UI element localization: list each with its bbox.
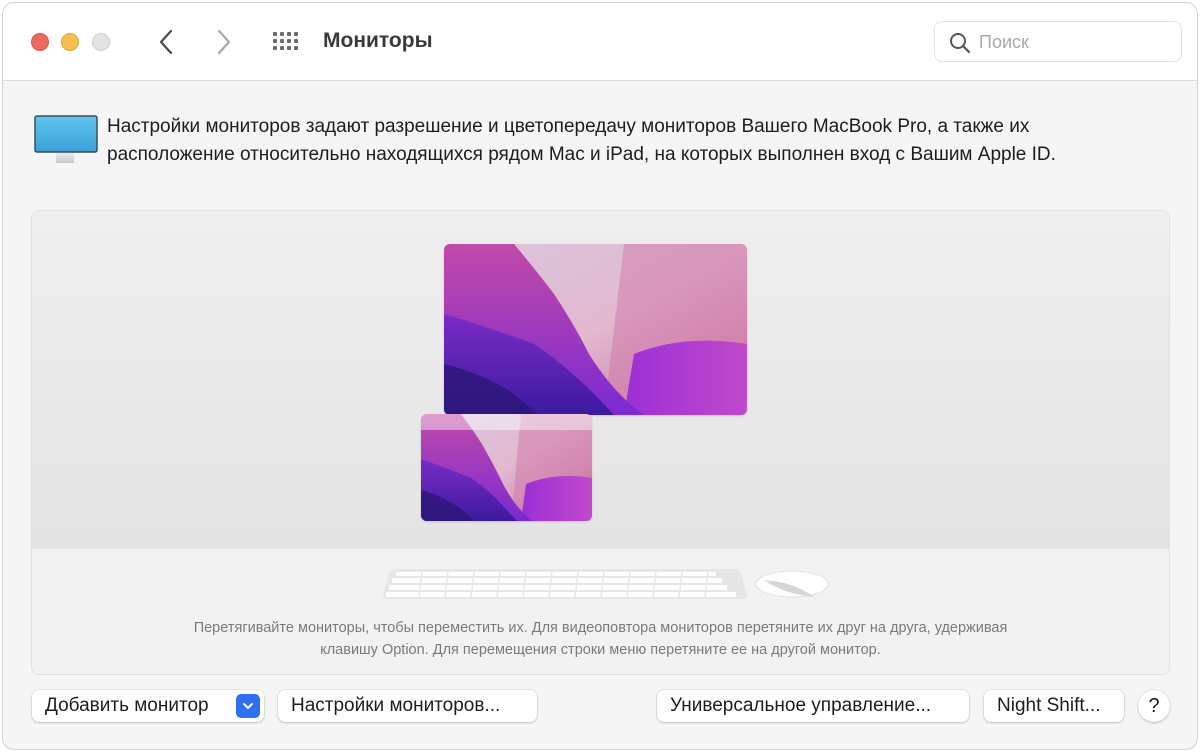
secondary-display-thumbnail[interactable] [421,414,592,521]
hint-line-1: Перетягивайте мониторы, чтобы переместит… [193,620,1008,636]
system-preferences-window: Мониторы Настройки мониторов задают разр… [2,2,1198,750]
night-shift-button[interactable]: Night Shift... [984,690,1124,722]
chevron-down-icon [243,703,253,709]
window-title: Мониторы [323,29,433,52]
keyboard-icon [383,569,747,599]
info-description: Настройки мониторов задают разрешение и … [107,116,1056,165]
dropdown-button[interactable] [236,694,260,718]
show-all-button[interactable] [271,30,301,54]
arrangement-canvas [32,211,1169,549]
minimize-button[interactable] [61,33,79,51]
search-field[interactable] [934,21,1182,62]
search-icon [950,33,971,54]
arrangement-hint: Перетягивайте мониторы, чтобы переместит… [32,617,1169,661]
monterey-wallpaper-image [421,414,592,521]
display-settings-button[interactable]: Настройки мониторов... [278,690,537,722]
hint-line-2: клавишу Option. Для перемещения строки м… [320,642,881,658]
mouse-icon [755,570,829,598]
chevron-left-icon [159,29,173,55]
title-bar: Мониторы [3,3,1197,81]
main-display-thumbnail[interactable] [444,244,747,415]
display-arrangement-area: Перетягивайте мониторы, чтобы переместит… [31,210,1170,675]
add-monitor-label: Добавить монитор [45,695,209,716]
add-monitor-popup[interactable]: Добавить монитор [32,690,264,722]
zoom-button[interactable] [92,33,110,51]
close-button[interactable] [31,33,49,51]
universal-control-button[interactable]: Универсальное управление... [657,690,969,722]
search-input[interactable] [979,30,1169,54]
menu-bar-indicator[interactable] [421,414,592,430]
display-icon [34,115,98,163]
chevron-right-icon [217,29,231,55]
help-button[interactable]: ? [1138,690,1170,722]
monterey-wallpaper-image [444,244,747,415]
forward-button[interactable] [211,27,237,57]
back-button[interactable] [153,27,179,57]
